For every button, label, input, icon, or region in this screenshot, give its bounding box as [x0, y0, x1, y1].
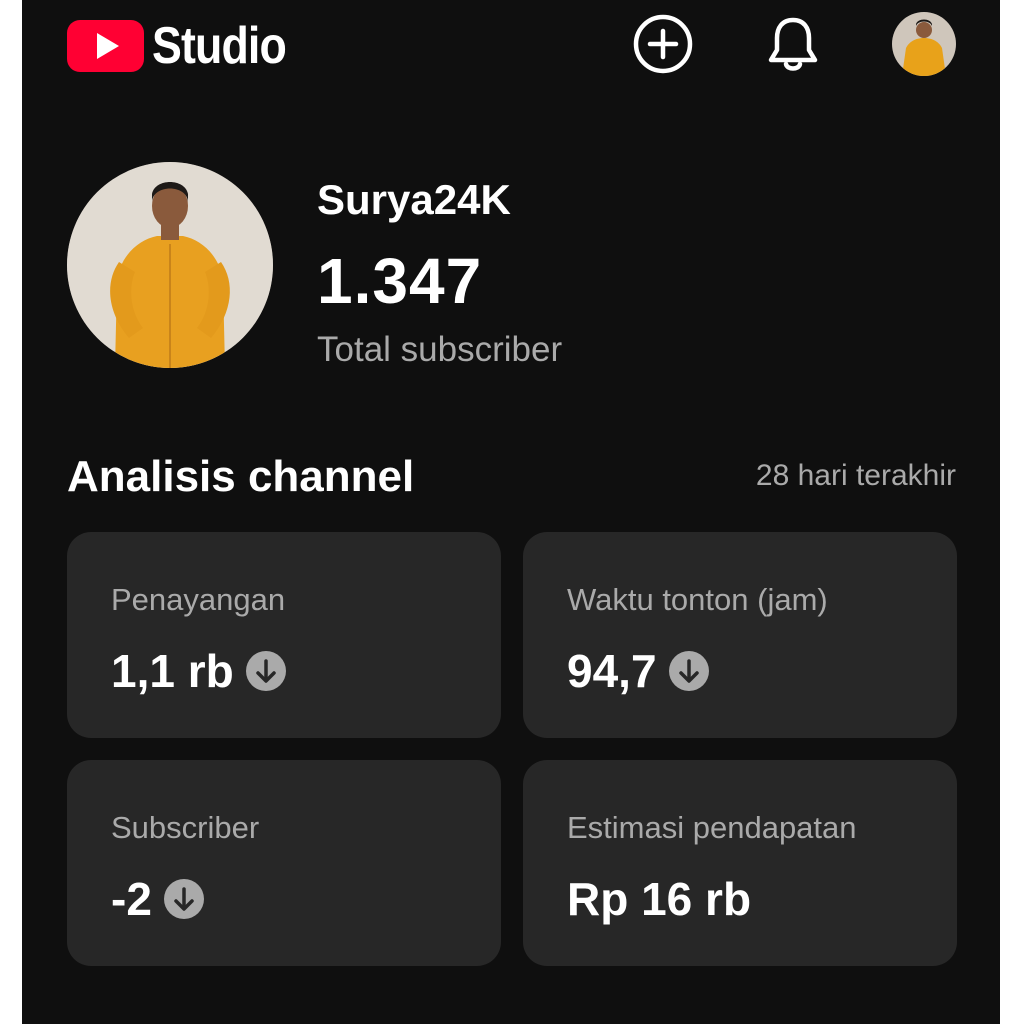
card-label: Penayangan	[111, 582, 286, 617]
views-card[interactable]: Penayangan 1,1 rb	[67, 532, 501, 738]
arrow-down-circle-icon	[245, 651, 286, 691]
avatar-photo	[892, 12, 956, 76]
arrow-down-circle-icon	[163, 879, 204, 919]
revenue-card[interactable]: Estimasi pendapatan Rp 16 rb	[523, 760, 957, 966]
card-value: 1,1 rb	[111, 645, 234, 697]
studio-logo[interactable]: Studio	[67, 20, 308, 72]
plus-circle-icon	[633, 14, 693, 74]
analytics-period: 28 hari terakhir	[755, 459, 956, 492]
channel-name: Surya24K	[317, 176, 511, 223]
channel-photo	[67, 162, 273, 368]
subscribers-card[interactable]: Subscriber -2	[67, 760, 501, 966]
youtube-play-icon	[67, 20, 144, 72]
card-label: Subscriber	[111, 810, 260, 845]
card-value: Rp 16 rb	[567, 873, 752, 925]
subscriber-count: 1.347	[317, 245, 483, 317]
card-value: -2	[111, 873, 152, 925]
create-button[interactable]	[633, 14, 693, 74]
analytics-title: Analisis channel	[67, 452, 415, 501]
notifications-button[interactable]	[763, 14, 823, 74]
channel-avatar[interactable]	[67, 162, 273, 368]
watch-time-card[interactable]: Waktu tonton (jam) 94,7	[523, 532, 957, 738]
card-label: Waktu tonton (jam)	[567, 582, 828, 617]
arrow-down-circle-icon	[668, 651, 709, 691]
studio-screen: Studio Surya24K 1.347 Total subscriber A…	[22, 0, 1000, 1024]
subscriber-label: Total subscriber	[317, 330, 563, 369]
card-label: Estimasi pendapatan	[567, 810, 857, 845]
account-avatar[interactable]	[892, 12, 956, 76]
bell-icon	[768, 17, 818, 71]
card-value: 94,7	[567, 645, 657, 697]
logo-text: Studio	[152, 17, 287, 75]
